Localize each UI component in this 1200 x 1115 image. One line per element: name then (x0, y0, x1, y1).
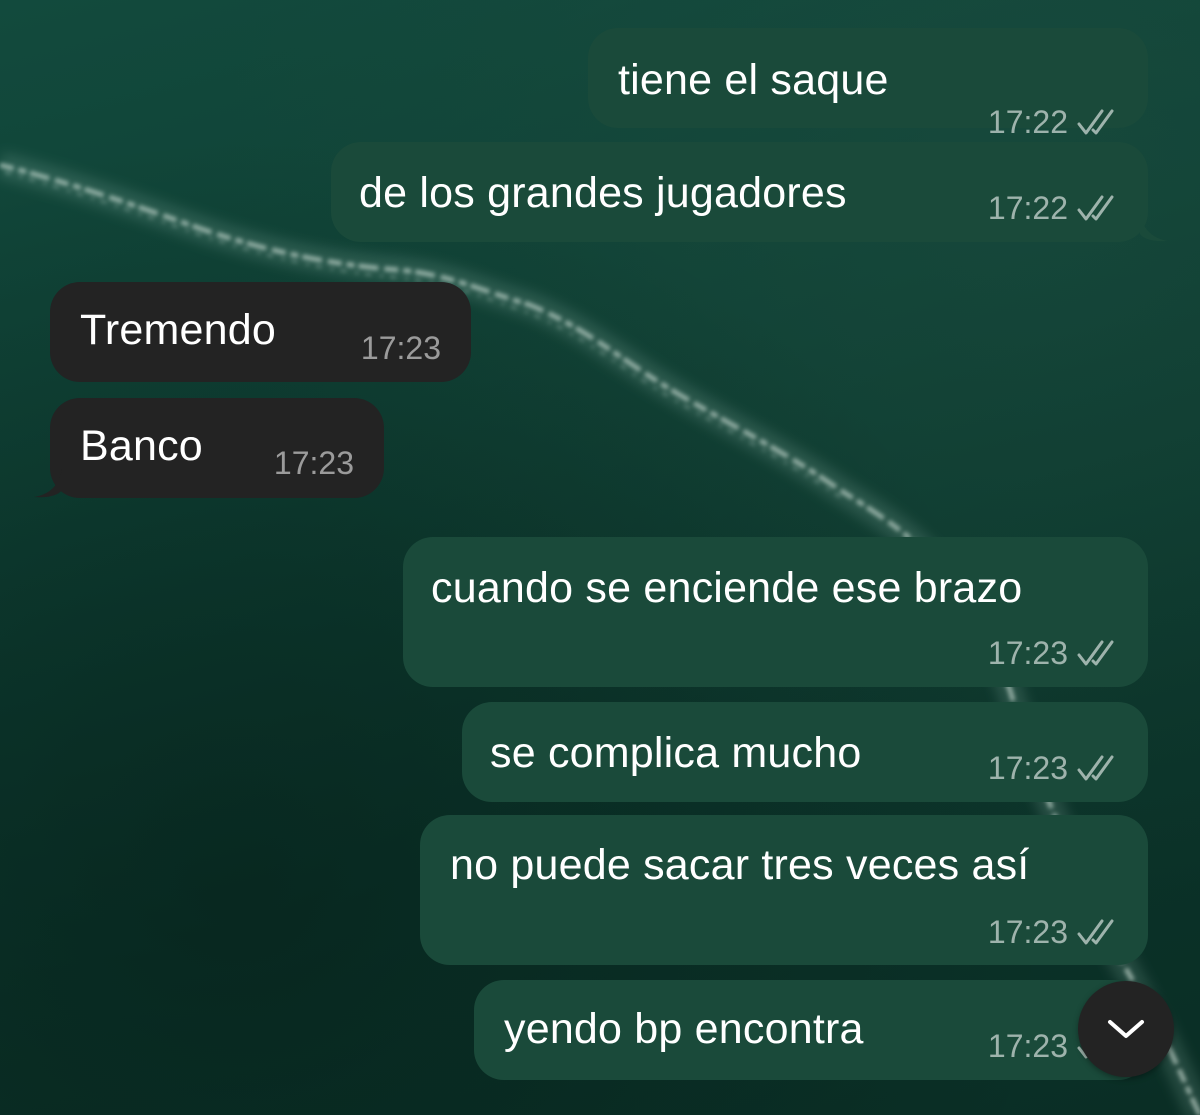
message-meta: 17:23 (988, 914, 1122, 950)
message-text: Banco (80, 422, 203, 470)
message-meta: 17:23 (988, 750, 1122, 786)
message-time: 17:23 (273, 445, 354, 481)
message-text: se complica mucho (490, 729, 862, 777)
bubble-tail (34, 468, 62, 498)
chevron-down-icon (1108, 1020, 1144, 1038)
message-time: 17:23 (987, 914, 1068, 950)
message-bubble-incoming[interactable]: Banco 17:23 (50, 398, 384, 498)
scroll-to-bottom-button[interactable] (1078, 981, 1174, 1077)
message-meta: 17:23 (274, 445, 354, 481)
message-text: Tremendo (80, 306, 276, 354)
message-bubble-outgoing[interactable]: tiene el saque 17:22 (588, 28, 1148, 140)
bubble-tail (1140, 212, 1168, 242)
message-text: no puede sacar tres veces así (450, 841, 1030, 889)
message-time: 17:23 (987, 750, 1068, 786)
message-text: de los grandes jugadores (359, 169, 847, 217)
message-bubble-outgoing[interactable]: no puede sacar tres veces así 17:23 (420, 815, 1148, 965)
message-text: tiene el saque (618, 56, 889, 104)
message-time: 17:23 (987, 635, 1068, 671)
message-text: cuando se enciende ese brazo (431, 564, 1023, 612)
message-time: 17:22 (987, 190, 1068, 226)
double-check-icon (1077, 919, 1114, 945)
message-meta: 17:22 (988, 104, 1122, 140)
double-check-icon (1077, 640, 1114, 666)
message-bubble-outgoing[interactable]: cuando se enciende ese brazo 17:23 (403, 537, 1148, 687)
message-bubble-outgoing[interactable]: de los grandes jugadores 17:22 (331, 142, 1148, 242)
message-bubble-outgoing[interactable]: se complica mucho 17:23 (462, 702, 1148, 802)
double-check-icon (1077, 195, 1114, 221)
message-meta: 17:23 (361, 330, 441, 366)
double-check-icon (1077, 109, 1114, 135)
message-text: yendo bp encontra (504, 1005, 864, 1053)
message-meta: 17:22 (988, 190, 1122, 226)
message-time: 17:23 (987, 1028, 1068, 1064)
message-time: 17:23 (360, 330, 441, 366)
message-time: 17:22 (987, 104, 1068, 140)
message-meta: 17:23 (988, 635, 1122, 671)
message-bubble-incoming[interactable]: Tremendo 17:23 (50, 282, 471, 382)
message-bubble-outgoing[interactable]: yendo bp encontra 17:23 (474, 980, 1148, 1080)
double-check-icon (1077, 755, 1114, 781)
